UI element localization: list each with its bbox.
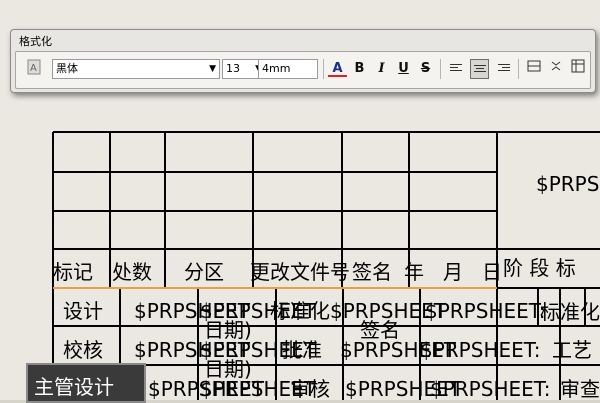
header-signature: 签名 (352, 260, 392, 284)
row-check-approve: 批准 (282, 338, 322, 362)
toolbar-separator (518, 59, 519, 79)
overlap-standard: 标准化 (540, 300, 600, 324)
header-zone: 分区 (184, 260, 224, 284)
right-header-text: $PRPS (536, 172, 600, 196)
chief-designer-cell[interactable]: 主管设计 (26, 363, 146, 403)
row-label-chief: 主管设计 (34, 375, 114, 399)
row-chief-review: 审核 (290, 377, 330, 401)
underline-button[interactable]: U (394, 59, 413, 79)
header-count: 处数 (112, 260, 152, 284)
toolbar-body: A 黑体 ▼ 13 ▼ 4mm A B I U S (15, 51, 591, 89)
line-height-value: 4mm (262, 62, 291, 75)
header-month: 月 (443, 260, 463, 284)
header-day: 日 (482, 260, 502, 284)
align-center-icon[interactable] (470, 59, 489, 79)
row-design-field-5: $PRPSHEET: (425, 299, 546, 323)
grid-icon[interactable] (568, 59, 587, 79)
header-change-file: 更改文件号 (250, 260, 350, 284)
stage-label: 阶 段 标 (503, 256, 576, 280)
toolbar-separator (440, 59, 441, 79)
overlap-sign: 签名 (360, 318, 400, 342)
font-select-arrow-icon: ▼ (209, 64, 216, 74)
line-height-input[interactable]: 4mm (258, 59, 318, 79)
header-year: 年 (404, 260, 424, 284)
frame-icon[interactable] (524, 59, 543, 79)
spacing-icon[interactable] (546, 59, 565, 79)
font-select-value: 黑体 (56, 62, 78, 75)
overlap-date-2: 日期) (204, 357, 252, 381)
toolbar-title: 格式化 (19, 35, 52, 48)
row-design-standard: 标准化 (270, 299, 330, 323)
format-toolbar-window[interactable]: 格式化 A 黑体 ▼ 13 ▼ 4mm A B I U S (10, 29, 596, 93)
strikethrough-button[interactable]: S (416, 59, 435, 79)
toolbar-separator (323, 59, 324, 79)
overlap-date-1: 日期) (204, 318, 252, 342)
font-size-value: 13 (226, 62, 240, 75)
font-select[interactable]: 黑体 ▼ (52, 59, 220, 79)
font-color-icon[interactable]: A (328, 59, 347, 79)
align-right-icon[interactable] (494, 59, 513, 79)
italic-button[interactable]: I (372, 59, 391, 79)
align-left-icon[interactable] (446, 59, 465, 79)
svg-text:A: A (30, 63, 37, 74)
row-label-check: 校核 (63, 338, 103, 362)
overlap-review: 审查 (560, 377, 600, 401)
row-chief-field-5: $PRPSHEET: (430, 377, 551, 401)
text-style-icon[interactable]: A (24, 59, 43, 79)
header-mark: 标记 (53, 260, 93, 284)
row-label-design: 设计 (63, 299, 103, 323)
row-check-field-5: $PRPSHEET: (420, 338, 541, 362)
bold-button[interactable]: B (350, 59, 369, 79)
overlap-process: 工艺 (552, 338, 592, 362)
